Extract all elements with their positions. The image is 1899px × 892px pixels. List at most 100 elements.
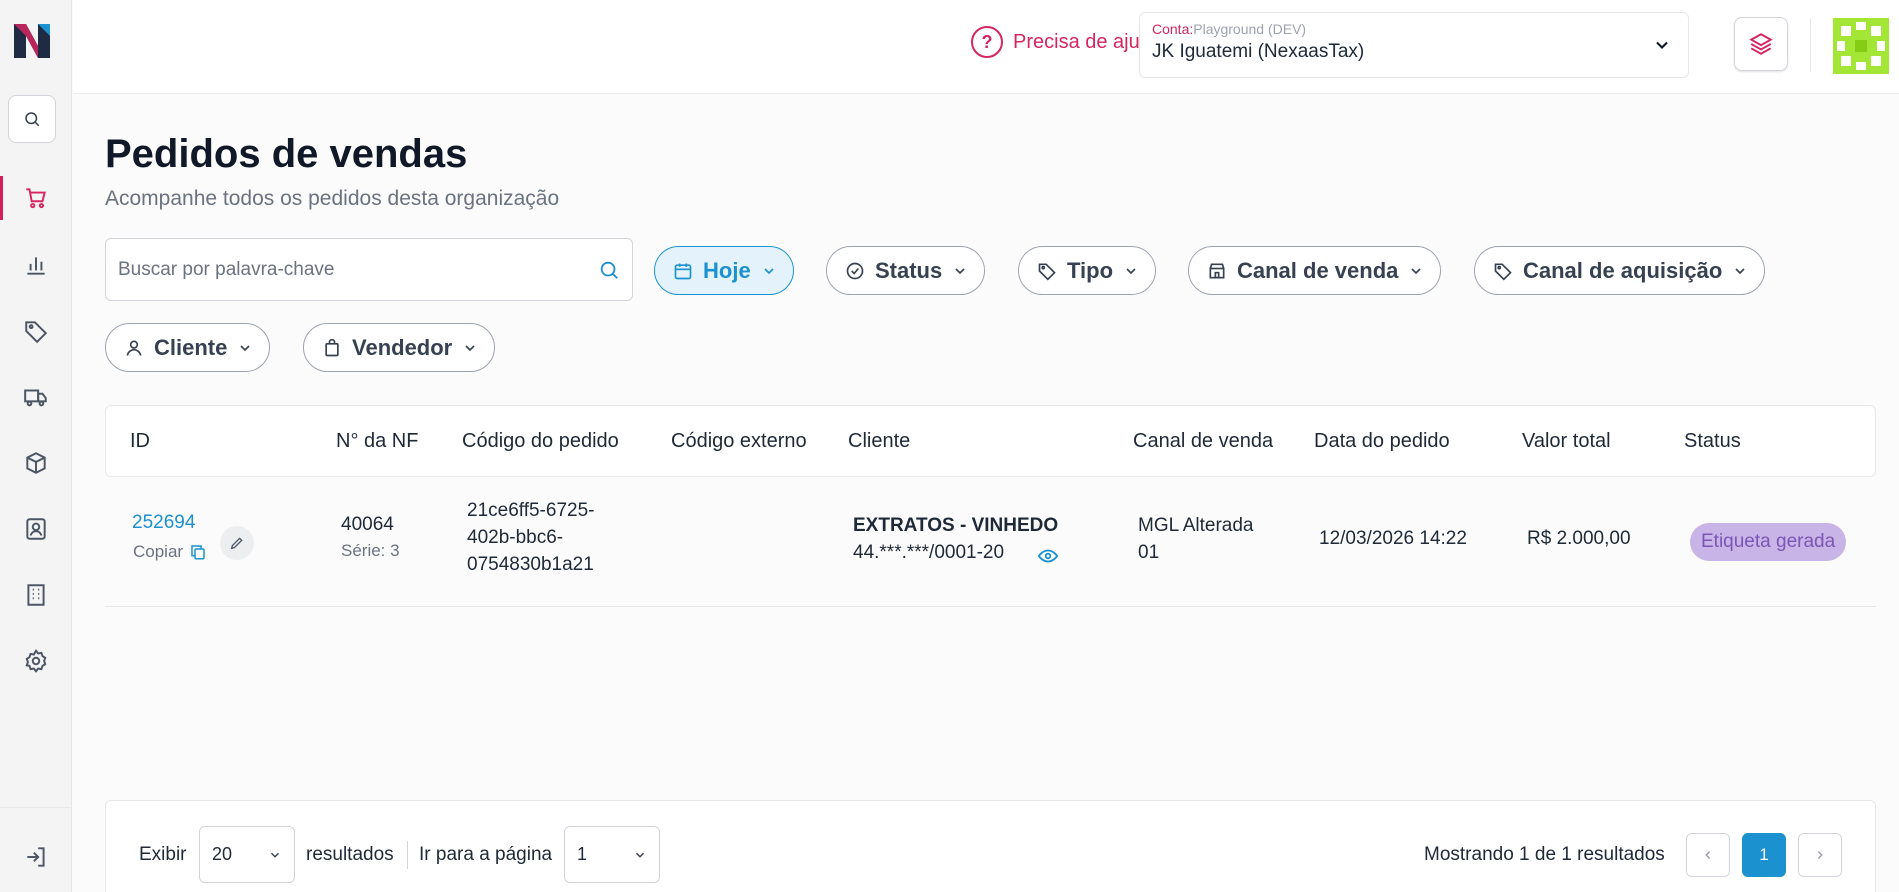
chevron-down-icon	[465, 344, 475, 351]
sidebar-item-reports[interactable]	[0, 243, 72, 287]
search-icon[interactable]	[598, 259, 620, 281]
tag-icon	[1494, 263, 1512, 281]
column-header-valor: Valor total	[1522, 430, 1611, 452]
order-code-line-1: 21ce6ff5-6725-	[467, 500, 595, 521]
truck-icon	[24, 389, 47, 407]
calendar-icon	[674, 263, 692, 279]
chevron-down-icon	[1126, 267, 1136, 274]
avatar[interactable]	[1833, 18, 1889, 74]
tag-icon	[25, 321, 48, 344]
box-icon	[26, 452, 46, 474]
status-badge: Etiqueta gerada	[1690, 523, 1847, 561]
sidebar-item-settings[interactable]	[0, 639, 72, 683]
account-env: Playground (DEV)	[1193, 21, 1307, 37]
filter-status[interactable]: Status	[826, 246, 986, 295]
filter-canal-aquisicao-label: Canal de aquisição	[1523, 257, 1723, 283]
account-name: JK Iguatemi (NexaasTax)	[1152, 41, 1365, 62]
footer-divider	[407, 841, 408, 869]
search-input[interactable]	[118, 258, 598, 281]
building-icon	[27, 584, 45, 606]
filter-tipo-label: Tipo	[1067, 257, 1114, 283]
per-page-value: 20	[212, 844, 233, 864]
sidebar-item-pricing[interactable]	[0, 309, 72, 353]
sales-channel-line-2: 01	[1138, 542, 1160, 563]
table-row[interactable]: 252694 Copiar 40064 Série: 3 21ce6ff5-67…	[105, 477, 1876, 607]
sidebar-item-orders[interactable]	[0, 176, 72, 220]
page-select-value: 1	[577, 844, 588, 864]
show-label: Exibir	[139, 844, 187, 865]
shopping-bag-icon	[325, 338, 339, 356]
page-button-current[interactable]: 1	[1742, 833, 1786, 877]
layers-button[interactable]	[1734, 17, 1788, 71]
layers-icon	[1749, 33, 1773, 55]
pencil-icon	[230, 537, 243, 550]
column-header-nf: N° da NF	[336, 430, 419, 452]
filter-status-label: Status	[875, 257, 943, 283]
chevron-down-icon	[955, 267, 965, 274]
filter-canal-venda[interactable]: Canal de venda	[1188, 246, 1442, 295]
chevron-down-icon	[1735, 267, 1745, 274]
chevron-down-icon	[270, 852, 280, 858]
chevron-right-icon	[1817, 850, 1823, 860]
account-label: Conta:Playground (DEV)	[1152, 21, 1676, 37]
filter-tipo[interactable]: Tipo	[1018, 246, 1157, 295]
chevron-down-icon	[240, 344, 250, 351]
order-id-link[interactable]: 252694	[132, 512, 195, 534]
pagination-bar: Exibir 20 resultados Ir para a página 1 …	[105, 800, 1876, 892]
per-page-select[interactable]: 20	[199, 826, 295, 883]
next-page-button[interactable]	[1798, 833, 1842, 877]
filter-date[interactable]: Hoje	[654, 246, 794, 295]
results-summary: Mostrando 1 de 1 resultados	[1424, 844, 1665, 865]
sidebar-item-logout[interactable]	[0, 835, 72, 879]
order-total: R$ 2.000,00	[1527, 528, 1631, 549]
copy-label: Copiar	[133, 542, 184, 561]
account-selector[interactable]: Conta:Playground (DEV) JK Iguatemi (Nexa…	[1139, 12, 1689, 78]
tag-icon	[1038, 263, 1056, 281]
gear-icon	[25, 648, 47, 673]
nf-serie: Série: 3	[341, 541, 400, 560]
filter-canal-aquisicao[interactable]: Canal de aquisição	[1474, 246, 1766, 295]
sidebar-item-organization[interactable]	[0, 573, 72, 617]
chevron-down-icon	[1411, 267, 1421, 274]
bar-chart-icon	[27, 257, 45, 275]
customer-document: 44.***.***/0001-20	[853, 542, 1005, 563]
results-label: resultados	[306, 844, 394, 865]
sidebar-item-products[interactable]	[0, 441, 72, 485]
sidebar	[0, 0, 72, 892]
order-code-line-3: 0754830b1a21	[467, 554, 594, 575]
customer-name: EXTRATOS - VINHEDO	[853, 515, 1059, 536]
check-circle-icon	[846, 262, 864, 279]
edit-order-button[interactable]	[220, 526, 254, 560]
page-select[interactable]: 1	[564, 826, 660, 883]
order-date: 12/03/2026 14:22	[1319, 528, 1467, 549]
orders-table: ID N° da NF Código do pedido Código exte…	[105, 405, 1876, 607]
filter-cliente[interactable]: Cliente	[105, 323, 271, 372]
previous-page-button[interactable]	[1686, 833, 1730, 877]
sales-channel-line-1: MGL Alterada	[1138, 515, 1254, 536]
nf-number: 40064	[341, 514, 394, 535]
question-icon: ?	[971, 26, 1003, 58]
filter-vendedor[interactable]: Vendedor	[303, 323, 496, 372]
account-label-prefix: Conta:	[1152, 21, 1194, 37]
column-header-codigo-pedido: Código do pedido	[462, 430, 619, 452]
header-divider	[1810, 18, 1811, 72]
logout-icon	[27, 847, 45, 867]
column-header-cliente: Cliente	[848, 430, 911, 452]
column-header-status: Status	[1684, 430, 1741, 452]
nexaas-logo[interactable]	[10, 18, 54, 62]
page-subtitle: Acompanhe todos os pedidos desta organiz…	[105, 187, 560, 210]
chevron-down-icon	[1656, 41, 1668, 49]
store-icon	[1209, 263, 1225, 278]
sidebar-search-button[interactable]	[8, 95, 56, 143]
filter-canal-venda-label: Canal de venda	[1237, 257, 1399, 283]
search-box	[105, 238, 633, 301]
chevron-down-icon	[764, 267, 774, 274]
chevron-down-icon	[635, 852, 645, 858]
sidebar-item-contacts[interactable]	[0, 507, 72, 551]
column-header-data: Data do pedido	[1314, 430, 1450, 452]
copy-id-button[interactable]: Copiar	[133, 542, 207, 562]
filter-vendedor-label: Vendedor	[352, 334, 453, 360]
sidebar-item-shipping[interactable]	[0, 375, 72, 419]
eye-icon[interactable]	[1037, 545, 1059, 567]
column-header-id: ID	[130, 430, 150, 452]
